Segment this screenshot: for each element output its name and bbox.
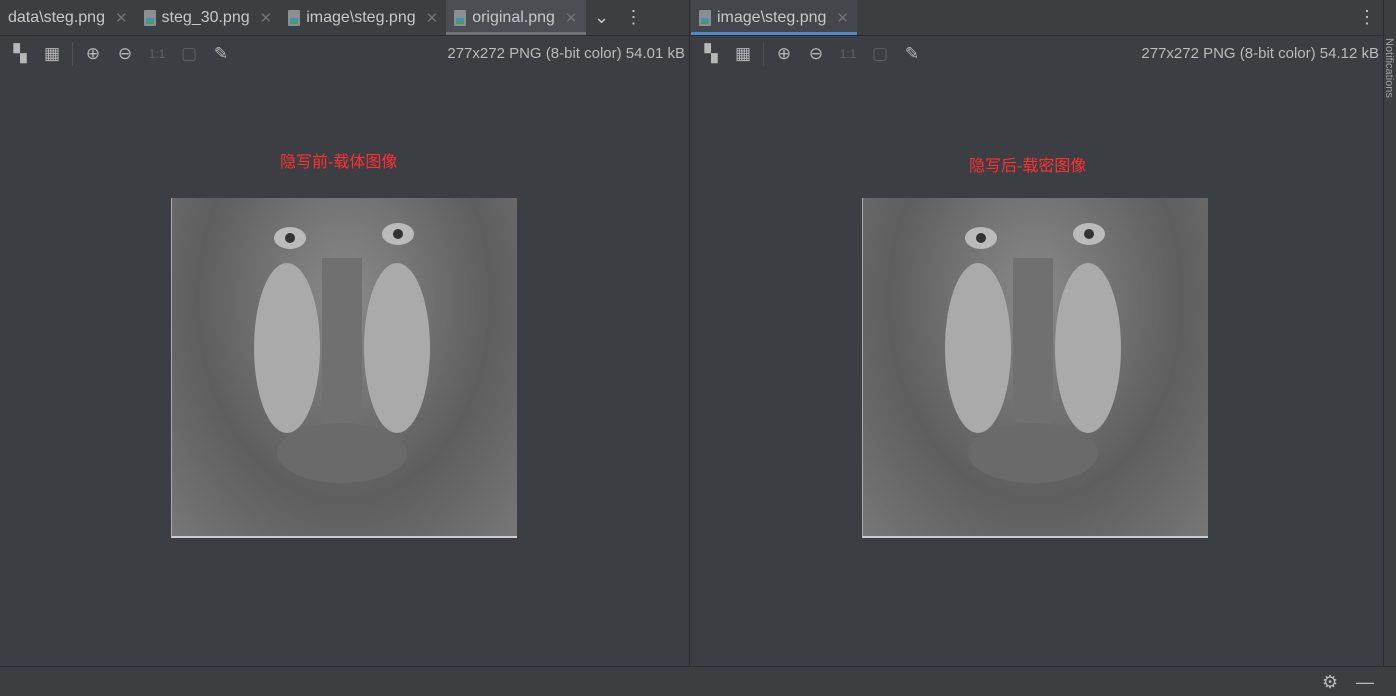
image-file-icon [454, 9, 467, 26]
divider [72, 42, 73, 66]
close-icon[interactable]: ✕ [115, 9, 128, 27]
chevron-down-icon[interactable]: ⌄ [586, 0, 618, 35]
tab-steg-30[interactable]: steg_30.png ✕ [136, 0, 281, 35]
close-icon[interactable]: ✕ [426, 9, 439, 27]
image-info: 277x272 PNG (8-bit color) 54.12 kB [1141, 45, 1379, 62]
more-options-icon[interactable]: ⋮ [618, 0, 650, 35]
baboon-face-graphic [945, 223, 1121, 483]
left-editor-pane: data\steg.png ✕ steg_30.png ✕ image\steg.p… [0, 0, 690, 666]
caption: 隐写后-载密图像 [969, 158, 1087, 175]
actual-size-button[interactable]: 1:1 [141, 47, 173, 61]
more-options-icon[interactable]: ⋮ [1351, 0, 1383, 35]
image-toolbar: ▚ ▦ ⊕ ⊖ 1:1 ▢ ✎ 277x272 PNG (8-bit color… [691, 36, 1383, 72]
zoom-out-icon[interactable]: ⊖ [109, 44, 141, 64]
tab-label: steg_30.png [161, 8, 250, 26]
baboon-face-graphic [254, 223, 430, 483]
zoom-out-icon[interactable]: ⊖ [800, 44, 832, 64]
image-info: 277x272 PNG (8-bit color) 54.01 kB [447, 45, 685, 62]
fit-zoom-icon[interactable]: ▢ [864, 44, 896, 64]
tab-label: original.png [472, 8, 555, 26]
tab-label: image\steg.png [306, 8, 416, 26]
tab-image-steg[interactable]: image\steg.png ✕ [691, 0, 857, 35]
chessboard-icon[interactable]: ▚ [4, 44, 36, 64]
tab-label: image\steg.png [717, 8, 827, 26]
divider [763, 42, 764, 66]
gear-icon[interactable]: ⚙ [1322, 672, 1338, 693]
tab-data-steg[interactable]: data\steg.png ✕ [0, 0, 136, 35]
grid-icon[interactable]: ▦ [36, 44, 68, 64]
tab-original[interactable]: original.png ✕ [446, 0, 586, 35]
close-icon[interactable]: ✕ [836, 9, 849, 27]
bottom-bar: ⚙ — [0, 666, 1396, 696]
close-icon[interactable]: ✕ [565, 9, 578, 27]
close-icon[interactable]: ✕ [260, 9, 273, 27]
caption: 隐写前-载体图像 [280, 154, 398, 171]
notifications-sidebar[interactable]: Notifications [1383, 0, 1396, 666]
zoom-in-icon[interactable]: ⊕ [768, 44, 800, 64]
fit-zoom-icon[interactable]: ▢ [173, 44, 205, 64]
color-picker-icon[interactable]: ✎ [896, 44, 928, 64]
image-file-icon [288, 9, 301, 26]
tab-bar: image\steg.png ✕ ⋮ [691, 0, 1383, 36]
image-toolbar: ▚ ▦ ⊕ ⊖ 1:1 ▢ ✎ 277x272 PNG (8-bit color… [0, 36, 689, 72]
zoom-in-icon[interactable]: ⊕ [77, 44, 109, 64]
baboon-image [862, 198, 1208, 538]
baboon-image [171, 198, 517, 538]
grid-icon[interactable]: ▦ [727, 44, 759, 64]
tab-label: data\steg.png [8, 8, 105, 26]
image-file-icon [143, 9, 156, 26]
minimize-icon[interactable]: — [1356, 672, 1374, 693]
right-editor-pane: image\steg.png ✕ ⋮ ▚ ▦ ⊕ ⊖ 1:1 ▢ ✎ 277x27… [691, 0, 1383, 666]
notifications-label: Notifications [1383, 38, 1395, 98]
image-file-icon [699, 9, 711, 26]
tab-bar: data\steg.png ✕ steg_30.png ✕ image\steg.p… [0, 0, 689, 36]
tab-image-steg[interactable]: image\steg.png ✕ [280, 0, 446, 35]
actual-size-button[interactable]: 1:1 [832, 47, 864, 61]
chessboard-icon[interactable]: ▚ [695, 44, 727, 64]
color-picker-icon[interactable]: ✎ [205, 44, 237, 64]
